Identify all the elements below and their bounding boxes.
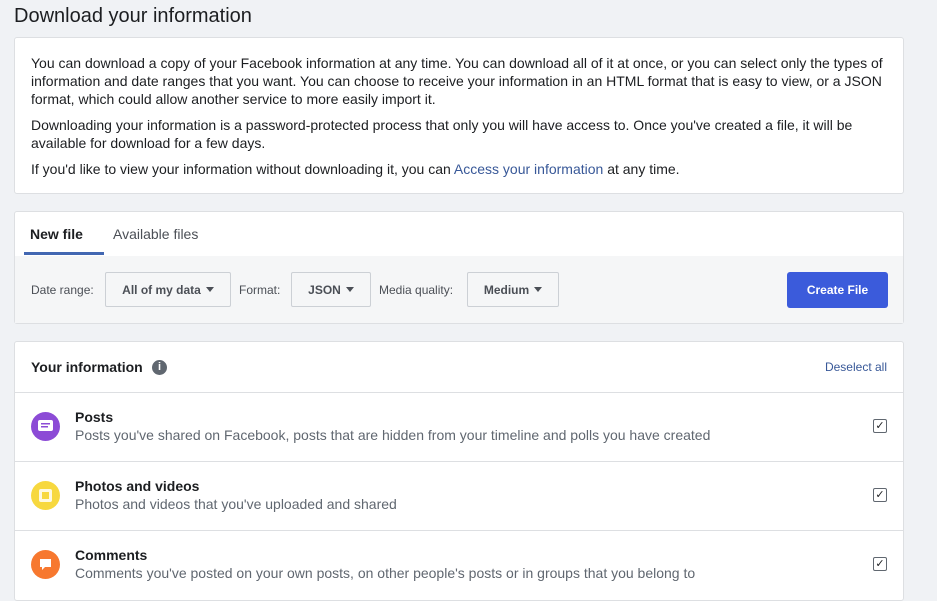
date-range-value: All of my data <box>122 282 201 297</box>
new-file-panel: New file Available files Date range: All… <box>14 211 904 324</box>
media-quality-value: Medium <box>483 282 530 297</box>
list-item-photos-and-videos[interactable]: Photos and videos Photos and videos that… <box>15 461 903 531</box>
photos-and-videos-checkbox[interactable]: ✓ <box>873 488 887 502</box>
comments-checkbox[interactable]: ✓ <box>873 557 887 571</box>
media-quality-dropdown[interactable]: Medium <box>467 272 559 307</box>
your-information-title: Your information <box>31 359 143 375</box>
chevron-down-icon <box>345 287 354 292</box>
photos-and-videos-description: Photos and videos that you've uploaded a… <box>75 496 397 512</box>
comments-title: Comments <box>75 547 148 563</box>
tab-bar: New file Available files <box>15 212 903 257</box>
tab-new-file[interactable]: New file <box>30 226 83 242</box>
comments-description: Comments you've posted on your own posts… <box>75 565 696 581</box>
list-item-comments[interactable]: Comments Comments you've posted on your … <box>15 530 903 599</box>
deselect-all-link[interactable]: Deselect all <box>825 360 887 374</box>
tab-available-files[interactable]: Available files <box>113 226 198 242</box>
photos-icon <box>31 481 60 510</box>
info-icon[interactable]: i <box>152 360 167 375</box>
intro-paragraph-2: Downloading your information is a passwo… <box>31 117 853 151</box>
your-information-card: Your information i Deselect all Posts Po… <box>14 341 904 601</box>
media-quality-label: Media quality: <box>379 283 454 297</box>
intro-text-before-link: If you'd like to view your information w… <box>31 161 454 177</box>
format-value: JSON <box>308 282 341 297</box>
chevron-down-icon <box>205 287 214 292</box>
access-your-information-link[interactable]: Access your information <box>454 161 603 177</box>
posts-title: Posts <box>75 409 114 425</box>
format-dropdown[interactable]: JSON <box>291 272 371 307</box>
posts-icon <box>31 412 60 441</box>
active-tab-indicator <box>24 252 104 255</box>
chevron-down-icon <box>534 287 543 292</box>
posts-description: Posts you've shared on Facebook, posts t… <box>75 427 711 443</box>
intro-paragraph-3: If you'd like to view your information w… <box>31 160 887 178</box>
intro-card: You can download a copy of your Facebook… <box>14 37 904 194</box>
intro-text-after-link: at any time. <box>603 161 680 177</box>
create-file-button[interactable]: Create File <box>787 272 888 308</box>
your-information-header: Your information i Deselect all <box>15 342 903 393</box>
list-item-posts[interactable]: Posts Posts you've shared on Facebook, p… <box>15 392 903 462</box>
posts-checkbox[interactable]: ✓ <box>873 419 887 433</box>
comments-icon <box>31 550 60 579</box>
file-options-bar: Date range: All of my data Format: JSON … <box>15 256 903 323</box>
page-title: Download your information <box>14 5 252 27</box>
date-range-dropdown[interactable]: All of my data <box>105 272 231 307</box>
date-range-label: Date range: <box>31 283 94 297</box>
photos-and-videos-title: Photos and videos <box>75 478 200 494</box>
intro-paragraph-1: You can download a copy of your Facebook… <box>31 55 883 107</box>
format-label: Format: <box>239 283 281 297</box>
